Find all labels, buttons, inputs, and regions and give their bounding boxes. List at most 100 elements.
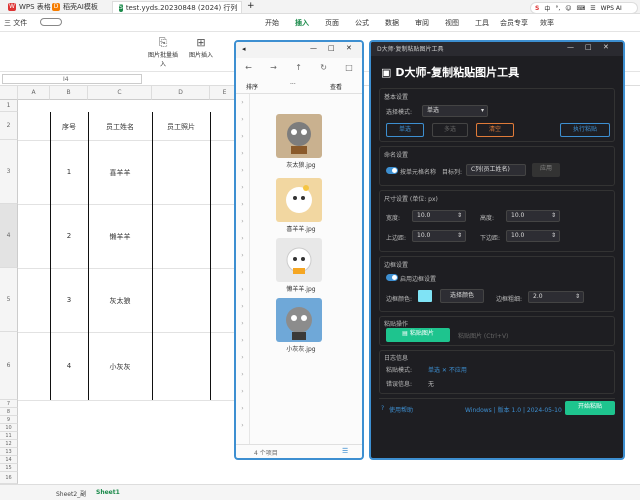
menu-member[interactable]: 会员专享 xyxy=(500,18,528,28)
minimize-button[interactable]: — xyxy=(567,43,574,51)
minimize-button[interactable]: — xyxy=(310,44,317,52)
border-width-input[interactable]: 2.0 ⇕ xyxy=(528,291,584,303)
row-header[interactable]: 6 xyxy=(0,332,18,400)
wolf-image-icon[interactable] xyxy=(276,114,322,158)
top-margin-input[interactable]: 10.0 ⇕ xyxy=(412,230,466,242)
maximize-button[interactable]: □ xyxy=(585,43,592,51)
sheet-tab-active[interactable]: Sheet1 xyxy=(90,488,126,497)
row-header[interactable]: 4 xyxy=(0,204,18,268)
forward-arrow-icon[interactable]: → xyxy=(270,63,277,72)
spinner-icon[interactable]: ⇕ xyxy=(551,231,556,241)
header-cell[interactable]: 序号 xyxy=(50,122,88,132)
lazy-goat-image-icon[interactable] xyxy=(276,238,322,282)
emoji-icon[interactable]: ☺ xyxy=(565,5,571,12)
tab-docer[interactable]: D 稻壳AI模板 xyxy=(46,1,104,13)
pane-icon[interactable]: □ xyxy=(345,63,353,72)
little-wolf-image-icon[interactable] xyxy=(276,298,322,342)
menu-icon[interactable]: ☰ xyxy=(590,5,595,12)
menu-tools[interactable]: 工具 xyxy=(475,18,489,28)
table-cell[interactable]: 小灰灰 xyxy=(88,362,152,372)
width-input[interactable]: 10.0 ⇕ xyxy=(412,210,466,222)
table-cell[interactable]: 喜羊羊 xyxy=(88,168,152,178)
help-link[interactable]: 使用帮助 xyxy=(389,405,413,414)
name-toggle[interactable] xyxy=(386,167,398,174)
multi-button[interactable]: 多选 xyxy=(432,123,468,137)
lang-toggle[interactable]: 中 xyxy=(544,4,550,13)
row-header[interactable]: 2 xyxy=(0,112,18,140)
explorer-back-icon[interactable]: ◂ xyxy=(242,45,246,53)
view-mode-icon[interactable]: ☰ xyxy=(342,447,348,455)
paste-image-button[interactable]: ▤ 粘贴图片 xyxy=(386,328,450,342)
column-header[interactable]: D xyxy=(152,86,210,100)
table-cell[interactable]: 灰太狼 xyxy=(88,296,152,306)
table-cell[interactable]: 4 xyxy=(50,362,88,370)
menu-file[interactable]: 三 文件 xyxy=(4,18,27,28)
menu-page[interactable]: 页面 xyxy=(325,18,339,28)
spinner-icon[interactable]: ⇕ xyxy=(457,211,462,221)
spinner-icon[interactable]: ⇕ xyxy=(457,231,462,241)
menu-efficiency[interactable]: 效率 xyxy=(540,18,554,28)
spinner-icon[interactable]: ⇕ xyxy=(575,292,580,302)
keyboard-icon[interactable]: ⌨ xyxy=(577,5,586,12)
new-tab-button[interactable]: + xyxy=(247,1,255,11)
file-name[interactable]: 灰太狼.jpg xyxy=(256,160,346,169)
header-cell[interactable]: 员工照片 xyxy=(152,122,210,132)
row-header[interactable]: 5 xyxy=(0,268,18,332)
bottom-margin-input[interactable]: 10.0 ⇕ xyxy=(506,230,560,242)
column-header[interactable]: C xyxy=(88,86,152,100)
start-paste-button[interactable]: 开始粘贴 xyxy=(565,401,615,415)
clear-button[interactable]: 清空 xyxy=(476,123,514,137)
back-arrow-icon[interactable]: ← xyxy=(245,63,252,72)
header-cell[interactable]: 员工姓名 xyxy=(88,122,152,132)
row-header[interactable]: 7 xyxy=(0,400,18,408)
toggle-switch[interactable] xyxy=(40,18,62,26)
row-header[interactable]: 1 xyxy=(0,100,18,112)
row-header[interactable]: 3 xyxy=(0,140,18,204)
view-button[interactable]: 查看 xyxy=(330,82,342,91)
menu-data[interactable]: 数据 xyxy=(385,18,399,28)
single-button[interactable]: 单选 xyxy=(386,123,424,137)
file-name[interactable]: 小灰灰.jpg xyxy=(256,344,346,353)
apply-button[interactable]: 应用 xyxy=(532,163,560,177)
table-cell[interactable]: 1 xyxy=(50,168,88,176)
help-icon[interactable]: ? xyxy=(381,405,384,412)
name-box[interactable]: I4 xyxy=(2,74,142,84)
table-cell[interactable]: 3 xyxy=(50,296,88,304)
sheet-tab[interactable]: Sheet2_副 xyxy=(50,488,92,499)
row-header[interactable]: 12 xyxy=(0,440,18,448)
height-input[interactable]: 10.0 ⇕ xyxy=(506,210,560,222)
row-header[interactable]: 10 xyxy=(0,424,18,432)
row-header[interactable]: 15 xyxy=(0,464,18,472)
menu-insert[interactable]: 插入 xyxy=(295,18,309,28)
table-cell[interactable]: 2 xyxy=(50,232,88,240)
image-insert-button[interactable]: ⊞ 图片插入 xyxy=(184,36,218,59)
sogou-icon[interactable]: S xyxy=(535,5,539,12)
row-header[interactable]: 13 xyxy=(0,448,18,456)
execute-paste-button[interactable]: 执行粘贴 xyxy=(560,123,610,137)
row-header[interactable]: 14 xyxy=(0,456,18,464)
refresh-icon[interactable]: ↻ xyxy=(320,63,327,72)
row-header[interactable]: 16 xyxy=(0,472,18,484)
name-target-input[interactable]: C列(员工姓名) xyxy=(466,164,526,176)
close-button[interactable]: ✕ xyxy=(603,43,609,51)
menu-review[interactable]: 审阅 xyxy=(415,18,429,28)
menu-view[interactable]: 视图 xyxy=(445,18,459,28)
sort-button[interactable]: 排序 xyxy=(246,82,258,91)
explorer-nav-pane[interactable]: › › › › › › › › › › › › › › › › › › › › xyxy=(236,94,250,444)
pleasant-goat-image-icon[interactable] xyxy=(276,178,322,222)
column-header[interactable]: B xyxy=(50,86,88,100)
close-button[interactable]: ✕ xyxy=(346,44,352,52)
select-mode-dropdown[interactable]: 单选 ▾ xyxy=(422,105,488,117)
menu-formula[interactable]: 公式 xyxy=(355,18,369,28)
wps-ai-button[interactable]: WPS AI xyxy=(601,5,622,12)
row-header[interactable]: 11 xyxy=(0,432,18,440)
tab-sheet-file[interactable]: S test.yyds.20230848 (2024) 行列 xyxy=(112,1,242,13)
file-name[interactable]: 喜羊羊.jpg xyxy=(256,224,346,233)
select-all-corner[interactable] xyxy=(0,86,18,100)
menu-home[interactable]: 开始 xyxy=(265,18,279,28)
maximize-button[interactable]: □ xyxy=(328,44,335,52)
row-header[interactable]: 9 xyxy=(0,416,18,424)
table-cell[interactable]: 懒羊羊 xyxy=(88,232,152,242)
image-batch-button[interactable]: ⎘ 图片批量插入 xyxy=(146,36,180,68)
pick-color-button[interactable]: 选择颜色 xyxy=(440,289,484,303)
